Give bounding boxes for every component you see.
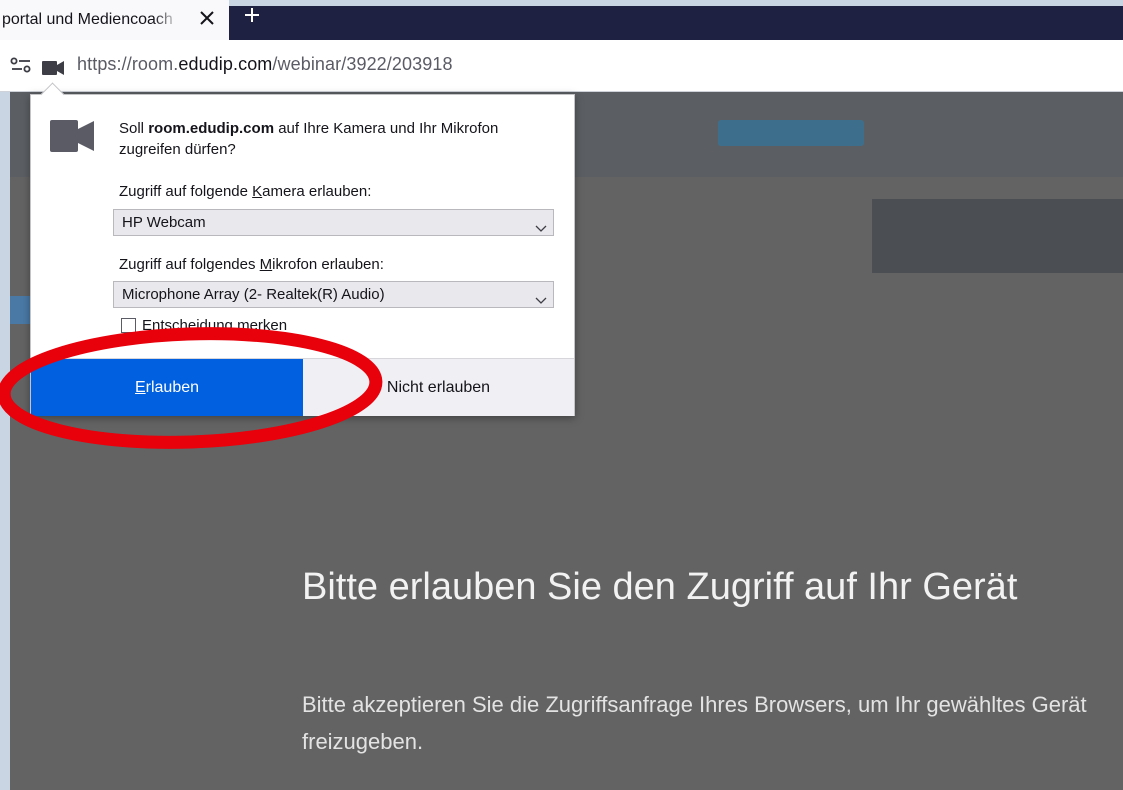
url-path: /webinar/3922/203918 — [272, 54, 453, 74]
permission-popup: Soll room.edudip.com auf Ihre Kamera und… — [30, 82, 575, 416]
tab-title: portal und Mediencoach — [2, 11, 173, 28]
plus-icon[interactable] — [236, 0, 268, 30]
camera-icon — [50, 120, 94, 157]
remember-decision[interactable]: Entscheidung merken — [121, 317, 287, 334]
mic-select-label: Zugriff auf folgendes Mikrofon erlauben: — [119, 256, 384, 273]
permission-host: room.edudip.com — [148, 120, 275, 137]
accent-strip — [10, 296, 30, 324]
url-scheme: https://room. — [77, 54, 179, 74]
browser-tab[interactable]: portal und Mediencoach — [0, 0, 229, 40]
url-host: edudip.com — [178, 54, 273, 74]
header-button — [718, 120, 864, 146]
mic-select[interactable]: Microphone Array (2- Realtek(R) Audio) — [113, 281, 554, 308]
camera-select[interactable]: HP Webcam — [113, 209, 554, 236]
camera-select-value: HP Webcam — [122, 214, 206, 231]
remember-checkbox[interactable] — [121, 318, 136, 333]
url-text[interactable]: https://room.edudip.com/webinar/3922/203… — [77, 54, 453, 75]
close-icon[interactable] — [196, 7, 218, 29]
side-panel — [872, 199, 1123, 273]
url-bar[interactable]: https://room.edudip.com/webinar/3922/203… — [0, 40, 1123, 92]
permission-message: Soll room.edudip.com auf Ihre Kamera und… — [119, 120, 499, 158]
tab-strip-background — [229, 6, 1123, 40]
popup-buttons: Erlauben Nicht erlauben — [31, 358, 574, 416]
page-headline: Bitte erlauben Sie den Zugriff auf Ihr G… — [302, 566, 1018, 608]
page-left-strip — [0, 92, 10, 790]
chevron-down-icon — [535, 216, 547, 241]
permissions-icon[interactable] — [10, 57, 32, 78]
mic-select-value: Microphone Array (2- Realtek(R) Audio) — [122, 286, 385, 303]
tab-strip: portal und Mediencoach — [0, 0, 1123, 40]
page-subline: Bitte akzeptieren Sie die Zugriffsanfrag… — [302, 692, 1087, 754]
chevron-down-icon — [535, 288, 547, 313]
remember-label: Entscheidung merken — [142, 317, 288, 334]
camera-icon[interactable] — [42, 61, 66, 80]
deny-button[interactable]: Nicht erlauben — [303, 359, 574, 416]
allow-button[interactable]: Erlauben — [31, 359, 303, 416]
camera-select-label: Zugriff auf folgende Kamera erlauben: — [119, 183, 372, 200]
